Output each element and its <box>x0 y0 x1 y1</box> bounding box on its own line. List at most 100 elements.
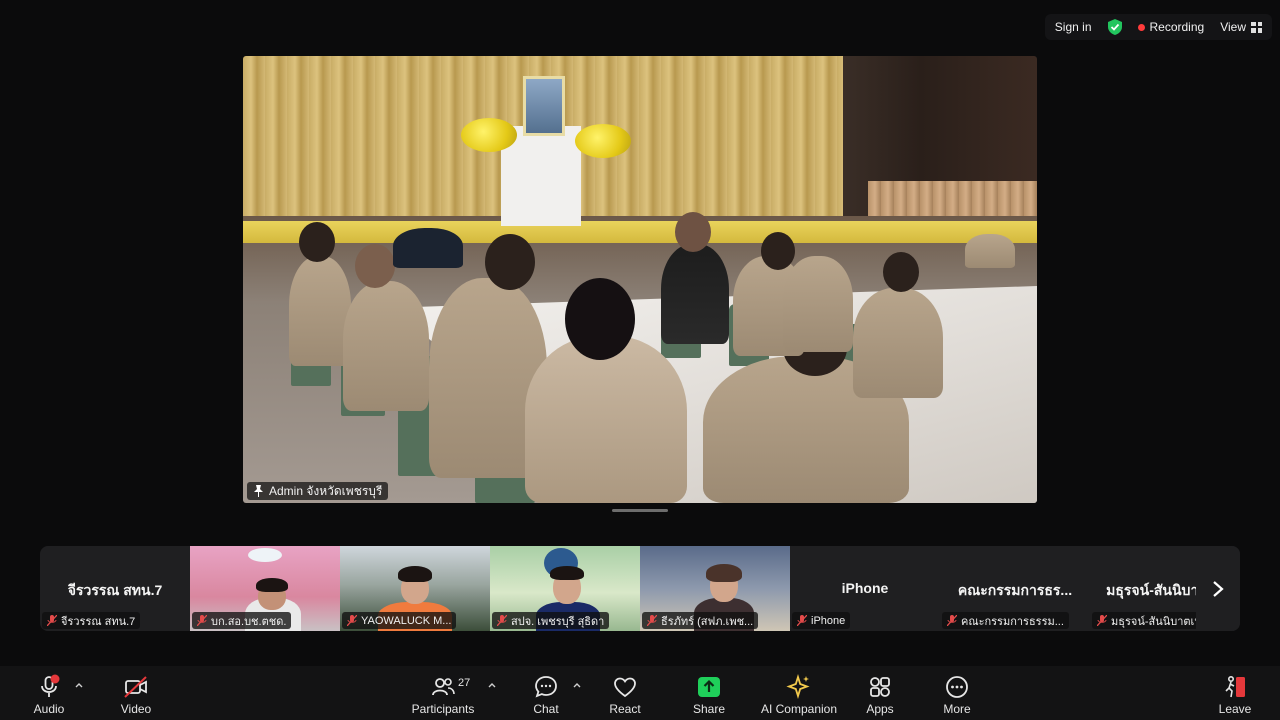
mic-muted-icon <box>647 615 657 626</box>
mic-muted-icon <box>1097 615 1107 626</box>
participant-display-name: คณะกรรมการธร... <box>957 582 1073 598</box>
leave-button[interactable]: Leave <box>1214 666 1256 720</box>
participant-name: จีรวรรณ สทน.7 <box>61 615 136 628</box>
next-page-button[interactable] <box>1196 546 1240 631</box>
recording-dot-icon <box>1137 23 1145 31</box>
recording-label: Recording <box>1149 20 1205 34</box>
video-flower-right <box>575 124 631 158</box>
mic-muted-icon <box>497 615 507 626</box>
video-attendee <box>289 256 351 366</box>
participant-name-tag: บก.สอ.บช.ตชด. <box>192 612 292 629</box>
participant-tile[interactable]: ธีรภัทร์ (สฟภ.เพช... <box>640 546 790 631</box>
participant-name-tag: สปจ. เพชรบุรี สุธิดา <box>492 612 610 629</box>
react-label: React <box>609 702 641 716</box>
microphone-muted-icon <box>41 674 60 697</box>
ai-sparkle-icon <box>786 674 810 700</box>
participant-tile[interactable]: YAOWALUCK M... <box>340 546 490 631</box>
mic-muted-icon <box>347 615 357 626</box>
participant-name: ธีรภัทร์ (สฟภ.เพช... <box>661 615 754 628</box>
sign-in-button[interactable]: Sign in <box>1055 20 1092 34</box>
active-speaker-video[interactable]: Admin จังหวัดเพชรบุรี <box>243 56 1037 503</box>
participant-name-tag: ธีรภัทร์ (สฟภ.เพช... <box>642 612 759 629</box>
audio-label: Audio <box>33 702 65 716</box>
participant-name: YAOWALUCK M... <box>361 614 452 627</box>
video-attendee <box>525 336 687 503</box>
audio-options-chevron-up-icon[interactable] <box>74 680 84 690</box>
participant-tile[interactable]: คณะกรรมการธร... คณะกรรมการธรรม... <box>940 546 1090 631</box>
video-attendee <box>783 256 853 352</box>
participant-hair <box>706 564 742 582</box>
participant-tile[interactable]: จีรวรรณ สทน.7 จีรวรรณ สทน.7 <box>40 546 190 631</box>
mic-muted-icon <box>797 615 807 626</box>
participant-tile[interactable]: สปจ. เพชรบุรี สุธิดา <box>490 546 640 631</box>
react-button[interactable]: React <box>604 666 646 720</box>
encryption-shield-icon[interactable] <box>1107 19 1122 35</box>
participants-count: 27 <box>458 677 471 689</box>
video-attendee <box>661 244 729 344</box>
participant-name: บก.สอ.บช.ตชด. <box>211 615 287 628</box>
participants-icon <box>432 678 455 696</box>
video-portrait <box>523 76 565 136</box>
participant-name: iPhone <box>811 614 846 627</box>
participants-options-chevron-up-icon[interactable] <box>487 680 497 690</box>
gallery-grid-icon <box>1251 21 1262 33</box>
participant-tile[interactable]: บก.สอ.บช.ตชด. <box>190 546 340 631</box>
apps-icon <box>870 677 890 697</box>
resize-handle[interactable] <box>612 509 668 512</box>
participant-logo <box>248 548 282 562</box>
participant-name-tag: คณะกรรมการธรรม... <box>942 612 1069 629</box>
video-attendee <box>343 281 429 411</box>
leave-door-icon <box>1225 675 1245 698</box>
video-camera-off-icon <box>124 676 147 698</box>
video-attendee-head <box>355 244 395 288</box>
video-attendee-head <box>675 212 711 252</box>
participants-button[interactable]: Participants <box>410 666 476 720</box>
share-screen-icon <box>698 677 720 697</box>
video-attendee <box>393 228 463 268</box>
share-label: Share <box>692 702 726 716</box>
view-button[interactable]: View <box>1220 20 1262 34</box>
participant-hair <box>550 566 584 580</box>
speaker-name-tag: Admin จังหวัดเพชรบุรี <box>247 482 389 500</box>
meeting-status-bar: Sign in Recording View <box>1044 14 1272 40</box>
participant-display-name: iPhone <box>841 580 889 596</box>
video-attendee <box>853 288 943 398</box>
chevron-right-icon <box>1213 580 1224 597</box>
speaker-name: Admin จังหวัดเพชรบุรี <box>269 483 383 498</box>
sign-in-label: Sign in <box>1054 20 1092 34</box>
view-label: View <box>1220 20 1246 34</box>
apps-label: Apps <box>866 702 894 716</box>
more-options-icon <box>946 676 968 698</box>
more-label: More <box>943 702 971 716</box>
audio-button[interactable]: Audio <box>28 666 70 720</box>
participant-name: คณะกรรมการธรรม... <box>961 615 1064 628</box>
video-attendee-head <box>485 234 535 290</box>
mic-muted-icon <box>947 615 957 626</box>
mic-muted-icon <box>47 615 57 626</box>
mic-muted-icon <box>197 615 207 626</box>
video-label: Video <box>120 702 152 716</box>
chat-button[interactable]: Chat <box>525 666 567 720</box>
ai-companion-label: AI Companion <box>760 702 838 716</box>
more-button[interactable]: More <box>936 666 978 720</box>
leave-label: Leave <box>1218 702 1252 716</box>
video-attendee-head <box>299 222 335 262</box>
recording-indicator[interactable]: Recording <box>1137 20 1205 34</box>
chat-options-chevron-up-icon[interactable] <box>572 680 582 690</box>
participants-label: Participants <box>411 702 475 716</box>
video-attendee-head <box>883 252 919 292</box>
ai-companion-button[interactable]: AI Companion <box>758 666 840 720</box>
video-stage-drape <box>243 221 1037 243</box>
video-attendee <box>965 234 1015 268</box>
apps-button[interactable]: Apps <box>859 666 901 720</box>
participant-thumbnail-strip: จีรวรรณ สทน.7 จีรวรรณ สทน.7 บก.สอ.บช.ตชด… <box>40 546 1240 631</box>
participant-display-name: จีรวรรณ สทน.7 <box>67 582 163 598</box>
meeting-controls-toolbar: Audio Video Participants 27 Chat React S… <box>0 666 1280 720</box>
share-button[interactable]: Share <box>688 666 730 720</box>
video-button[interactable]: Video <box>115 666 157 720</box>
participant-tile[interactable]: iPhone iPhone <box>790 546 940 631</box>
video-flower-left <box>461 118 517 152</box>
participant-hair <box>256 578 288 592</box>
pin-icon <box>254 485 263 497</box>
participant-hair <box>398 566 432 582</box>
